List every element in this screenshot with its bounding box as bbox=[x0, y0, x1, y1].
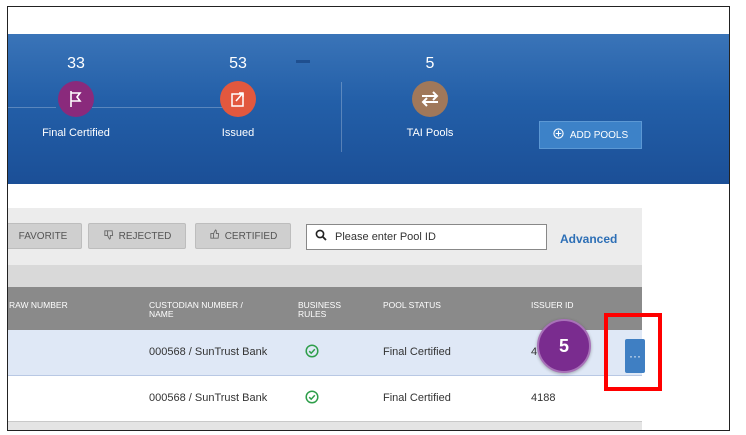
check-circle-icon bbox=[305, 390, 319, 404]
stat-count: 33 bbox=[67, 55, 85, 72]
section-separator bbox=[8, 265, 642, 287]
column-header-pool-status[interactable]: POOL STATUS bbox=[383, 301, 441, 310]
table-footer bbox=[8, 422, 642, 430]
app-frame: 33 Final Certified 53 Issued 5 TAI Pools bbox=[7, 6, 730, 431]
column-header-custodian[interactable]: CUSTODIAN NUMBER / NAME bbox=[149, 301, 243, 319]
plus-circle-icon bbox=[553, 128, 564, 142]
advanced-search-link[interactable]: Advanced bbox=[560, 232, 617, 246]
favorite-filter-button[interactable]: FAVORITE bbox=[8, 223, 82, 249]
table-row[interactable]: 000568 / SunTrust Bank Final Certified 4… bbox=[8, 376, 642, 422]
stat-issued[interactable]: 53 Issued bbox=[188, 55, 288, 139]
issue-arrow-icon bbox=[220, 81, 256, 117]
add-pools-button[interactable]: ADD POOLS bbox=[539, 121, 642, 149]
column-header-issuer-id[interactable]: ISSUER ID bbox=[531, 301, 574, 310]
stat-label: Final Certified bbox=[42, 127, 110, 139]
header-banner: 33 Final Certified 53 Issued 5 TAI Pools bbox=[8, 34, 729, 184]
column-header-business-rules[interactable]: BUSINESS RULES bbox=[298, 301, 341, 319]
thumbs-up-icon bbox=[209, 229, 220, 243]
stat-final-certified[interactable]: 33 Final Certified bbox=[21, 55, 131, 139]
search-icon bbox=[315, 228, 327, 246]
favorite-label: FAVORITE bbox=[18, 230, 68, 242]
issuer-id-cell: 4188 bbox=[531, 392, 556, 404]
step-number-badge: 5 bbox=[537, 319, 591, 373]
stat-count: 5 bbox=[425, 55, 435, 72]
custodian-cell: 000568 / SunTrust Bank bbox=[149, 392, 268, 404]
stat-label: TAI Pools bbox=[406, 127, 454, 139]
rejected-label: REJECTED bbox=[118, 230, 172, 242]
divider-line bbox=[341, 82, 342, 152]
pool-status-cell: Final Certified bbox=[383, 346, 451, 358]
banner-notch bbox=[296, 60, 310, 63]
column-header-draw-number[interactable]: RAW NUMBER bbox=[9, 301, 68, 310]
pool-id-search-input[interactable] bbox=[333, 230, 537, 244]
stat-label: Issued bbox=[221, 127, 255, 139]
certified-label: CERTIFIED bbox=[224, 230, 278, 242]
rejected-filter-button[interactable]: REJECTED bbox=[88, 223, 186, 249]
highlight-annotation-box bbox=[604, 313, 662, 391]
flag-icon bbox=[58, 81, 94, 117]
transfer-arrows-icon bbox=[412, 81, 448, 117]
check-circle-icon bbox=[305, 344, 319, 358]
stat-tai-pools[interactable]: 5 TAI Pools bbox=[380, 55, 480, 139]
filter-toolbar: FAVORITE REJECTED CERTIFIED Advanced bbox=[8, 208, 642, 265]
thumbs-down-icon bbox=[103, 229, 114, 243]
stat-count: 53 bbox=[229, 55, 247, 72]
column-header-line: RULES bbox=[298, 309, 327, 319]
column-header-line: NAME bbox=[149, 309, 174, 319]
certified-filter-button[interactable]: CERTIFIED bbox=[195, 223, 291, 249]
pool-search-box[interactable] bbox=[306, 224, 547, 250]
custodian-cell: 000568 / SunTrust Bank bbox=[149, 346, 268, 358]
pool-status-cell: Final Certified bbox=[383, 392, 451, 404]
add-pools-label: ADD POOLS bbox=[569, 129, 629, 141]
